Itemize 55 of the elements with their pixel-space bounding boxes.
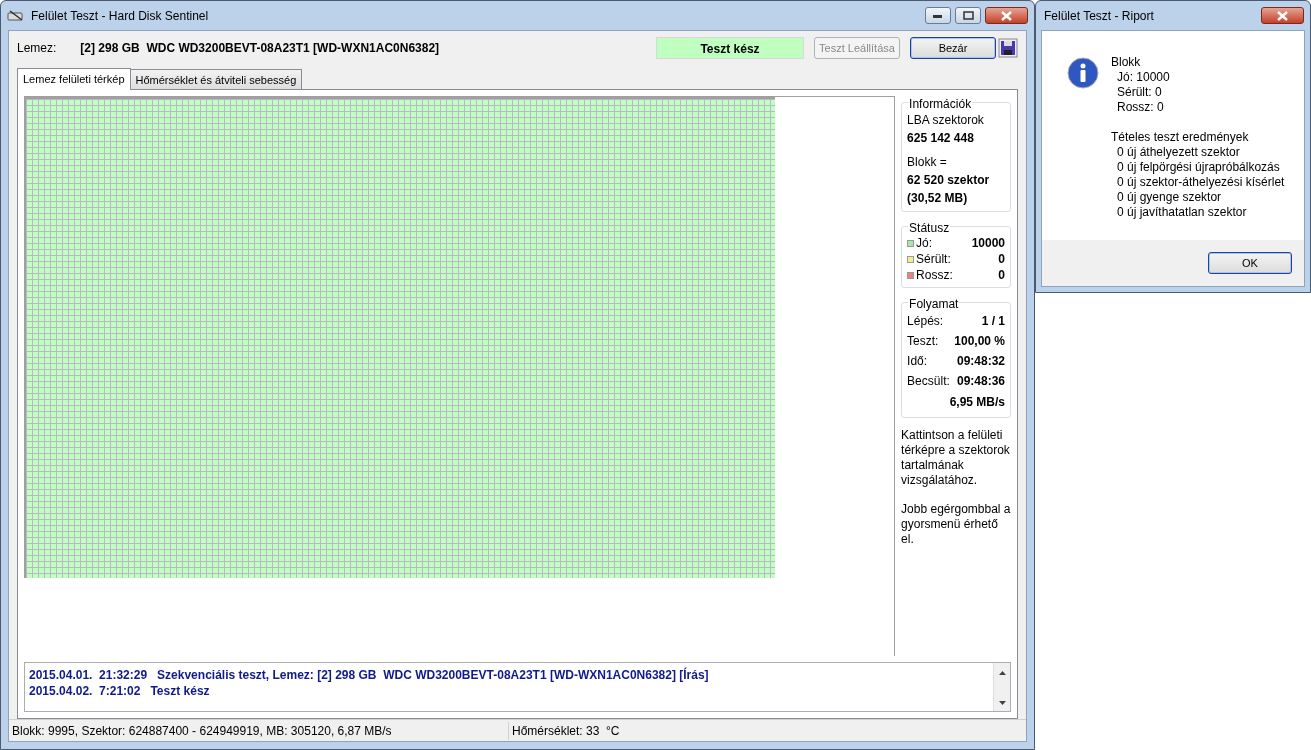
- progress-label: Idő:: [907, 353, 928, 370]
- disk-name: [2] 298 GB WDC WD3200BEVT-08A23T1 [WD-WXN1AC0N6382]: [80, 40, 441, 57]
- status-label: Jó:: [916, 235, 933, 251]
- minimize-button[interactable]: [925, 7, 951, 24]
- progress-value: 100,00 %: [954, 333, 1005, 350]
- status-bar-text: Hőmérséklet: 33 °C: [511, 722, 621, 740]
- close-button[interactable]: [1261, 7, 1304, 24]
- transfer-speed: 6,95 MB/s: [948, 394, 1005, 411]
- block-label: Blokk =: [907, 154, 948, 171]
- report-line: Jó: 10000: [1116, 70, 1171, 85]
- progress-value: 09:48:36: [956, 373, 1005, 390]
- block-size: (30,52 MB): [907, 190, 969, 207]
- disk-label: Lemez:: [17, 40, 57, 57]
- progress-label: Lépés:: [907, 313, 944, 330]
- hint-text: Jobb egérgombbal a gyorsmenü érhető el.: [901, 502, 1011, 547]
- status-value: 0: [998, 267, 1005, 283]
- lba-value: 625 142 448: [907, 130, 975, 147]
- dialog-title: Felület Teszt - Riport: [1044, 7, 1155, 25]
- window-title: Felület Teszt - Hard Disk Sentinel: [31, 7, 210, 25]
- report-line: 0 új áthelyezett szektor: [1116, 145, 1241, 160]
- progress-value: 09:48:32: [956, 353, 1005, 370]
- status-value: 0: [998, 251, 1005, 267]
- report-line: 0 új javíthatatlan szektor: [1116, 205, 1248, 220]
- maximize-button[interactable]: [955, 7, 981, 24]
- progress-value: 1 / 1: [981, 313, 1005, 330]
- tab[interactable]: Lemez felületi térkép: [17, 68, 131, 90]
- close-icon: [1001, 10, 1012, 21]
- info-icon: [1067, 57, 1099, 89]
- minimize-icon: [933, 13, 943, 18]
- close-button[interactable]: [985, 7, 1028, 24]
- log-entry: 2015.04.02. 7:21:02 Teszt kész: [29, 683, 211, 699]
- progress-label: Teszt:: [907, 333, 939, 350]
- log-entry: 2015.04.01. 21:32:29 Szekvenciális teszt, Lemez: [2] 298 GB WDC WD3200BEVT-08A23T1 [WD-WXN1AC0N6382] [Írás]: [29, 667, 710, 683]
- close-dialog-button[interactable]: Bezár: [910, 37, 996, 59]
- status-label: Sérült:: [916, 251, 951, 267]
- report-heading: Tételes teszt eredmények: [1111, 130, 1250, 145]
- status-label: Rossz:: [916, 267, 953, 283]
- report-line: Sérült: 0: [1116, 85, 1163, 100]
- status-value: 10000: [971, 235, 1005, 251]
- report-line: 0 új gyenge szektor: [1116, 190, 1223, 205]
- maximize-icon: [962, 11, 974, 20]
- block-value: 62 520 szektor: [907, 172, 991, 189]
- report-line: 0 új szektor-áthelyezési kísérlet: [1116, 175, 1285, 190]
- ok-button[interactable]: OK: [1208, 252, 1292, 274]
- close-icon: [1277, 10, 1288, 21]
- save-icon[interactable]: [998, 38, 1018, 58]
- lba-label: LBA szektorok: [907, 112, 985, 129]
- test-status: Teszt kész: [656, 37, 804, 59]
- status-bar-text: Blokk: 9995, Szektor: 624887400 - 624949919, MB: 305120, 6,87 MB/s: [9, 721, 509, 740]
- report-line: Rossz: 0: [1116, 100, 1165, 115]
- hint-text: Kattintson a felületi térképre a szektorok tartalmának vizsgálatához.: [901, 428, 1011, 488]
- report-line: 0 új felpörgési újrapróbálkozás: [1116, 160, 1281, 175]
- report-heading: Blokk: [1111, 55, 1142, 70]
- tab[interactable]: Hőmérséklet és átviteli sebesség: [129, 69, 303, 89]
- progress-label: Becsült:: [907, 373, 950, 390]
